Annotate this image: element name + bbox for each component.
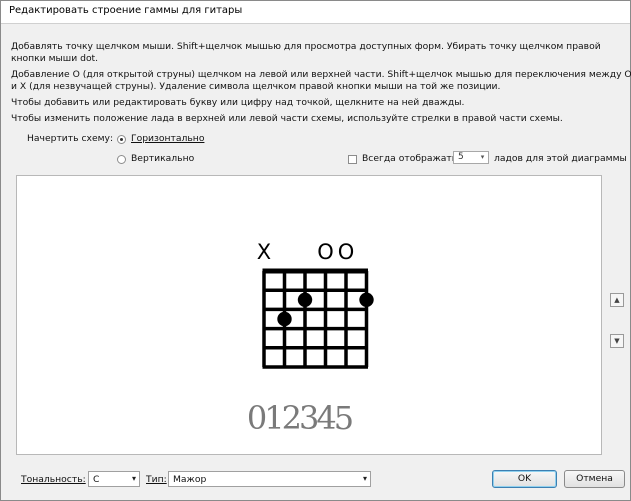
key-value: C bbox=[93, 474, 100, 485]
spinner-arrow-icon[interactable]: ▾ bbox=[478, 153, 487, 162]
window-title: Редактировать строение гаммы для гитары bbox=[9, 5, 243, 16]
type-select[interactable]: Мажор ▾ bbox=[168, 471, 371, 487]
fingering-label: 012345 bbox=[247, 399, 352, 437]
chevron-down-icon: ▾ bbox=[362, 474, 367, 483]
always-show-label[interactable]: Всегда отображать bbox=[362, 153, 457, 164]
horizontal-radio-label[interactable]: Горизонтально bbox=[131, 133, 204, 144]
fret-count-spinner[interactable]: 5 ▾ bbox=[453, 151, 489, 164]
ok-button[interactable]: OK bbox=[492, 470, 557, 488]
fret-down-button[interactable]: ▼ bbox=[610, 334, 624, 348]
finger-dot[interactable] bbox=[359, 292, 374, 307]
instruction-line-5: Чтобы добавить или редактировать букву и… bbox=[11, 97, 465, 108]
type-label: Тип: bbox=[146, 474, 167, 485]
fret-count-value: 5 bbox=[458, 152, 464, 162]
dialog-window: Редактировать строение гаммы для гитары … bbox=[0, 0, 631, 501]
finger-dot[interactable] bbox=[277, 311, 292, 327]
instruction-line-3: Добавление O (для открытой струны) щелчк… bbox=[11, 69, 631, 80]
open-string-marker[interactable]: O bbox=[338, 240, 355, 264]
type-value: Мажор bbox=[173, 474, 207, 485]
orientation-label: Начертить схему: bbox=[27, 133, 114, 144]
vertical-radio[interactable] bbox=[117, 155, 126, 164]
fret-count-suffix: ладов для этой диаграммы bbox=[494, 153, 627, 164]
instruction-line-4: и X (для незвучащей струны). Удаление си… bbox=[11, 81, 501, 92]
chevron-down-icon: ▾ bbox=[131, 474, 136, 483]
open-string-marker[interactable]: O bbox=[317, 240, 334, 264]
muted-string-marker[interactable]: X bbox=[257, 240, 271, 264]
title-bar: Редактировать строение гаммы для гитары bbox=[1, 1, 630, 24]
diagram-canvas[interactable]: X OO 012345 bbox=[16, 175, 602, 455]
finger-dot[interactable] bbox=[297, 292, 313, 307]
cancel-button[interactable]: Отмена bbox=[564, 470, 625, 488]
vertical-radio-label[interactable]: Вертикально bbox=[131, 153, 194, 164]
instruction-line-2: кнопки мыши dot. bbox=[11, 53, 99, 64]
always-show-checkbox[interactable] bbox=[348, 155, 357, 164]
chord-diagram[interactable]: X OO 012345 bbox=[17, 176, 601, 454]
instruction-line-6: Чтобы изменить положение лада в верхней … bbox=[11, 113, 563, 124]
instruction-line-1: Добавлять точку щелчком мыши. Shift+щелч… bbox=[11, 41, 601, 52]
key-select[interactable]: C ▾ bbox=[88, 471, 140, 487]
key-label: Тональность: bbox=[21, 474, 86, 485]
fret-up-button[interactable]: ▲ bbox=[610, 293, 624, 307]
horizontal-radio[interactable] bbox=[117, 135, 126, 144]
